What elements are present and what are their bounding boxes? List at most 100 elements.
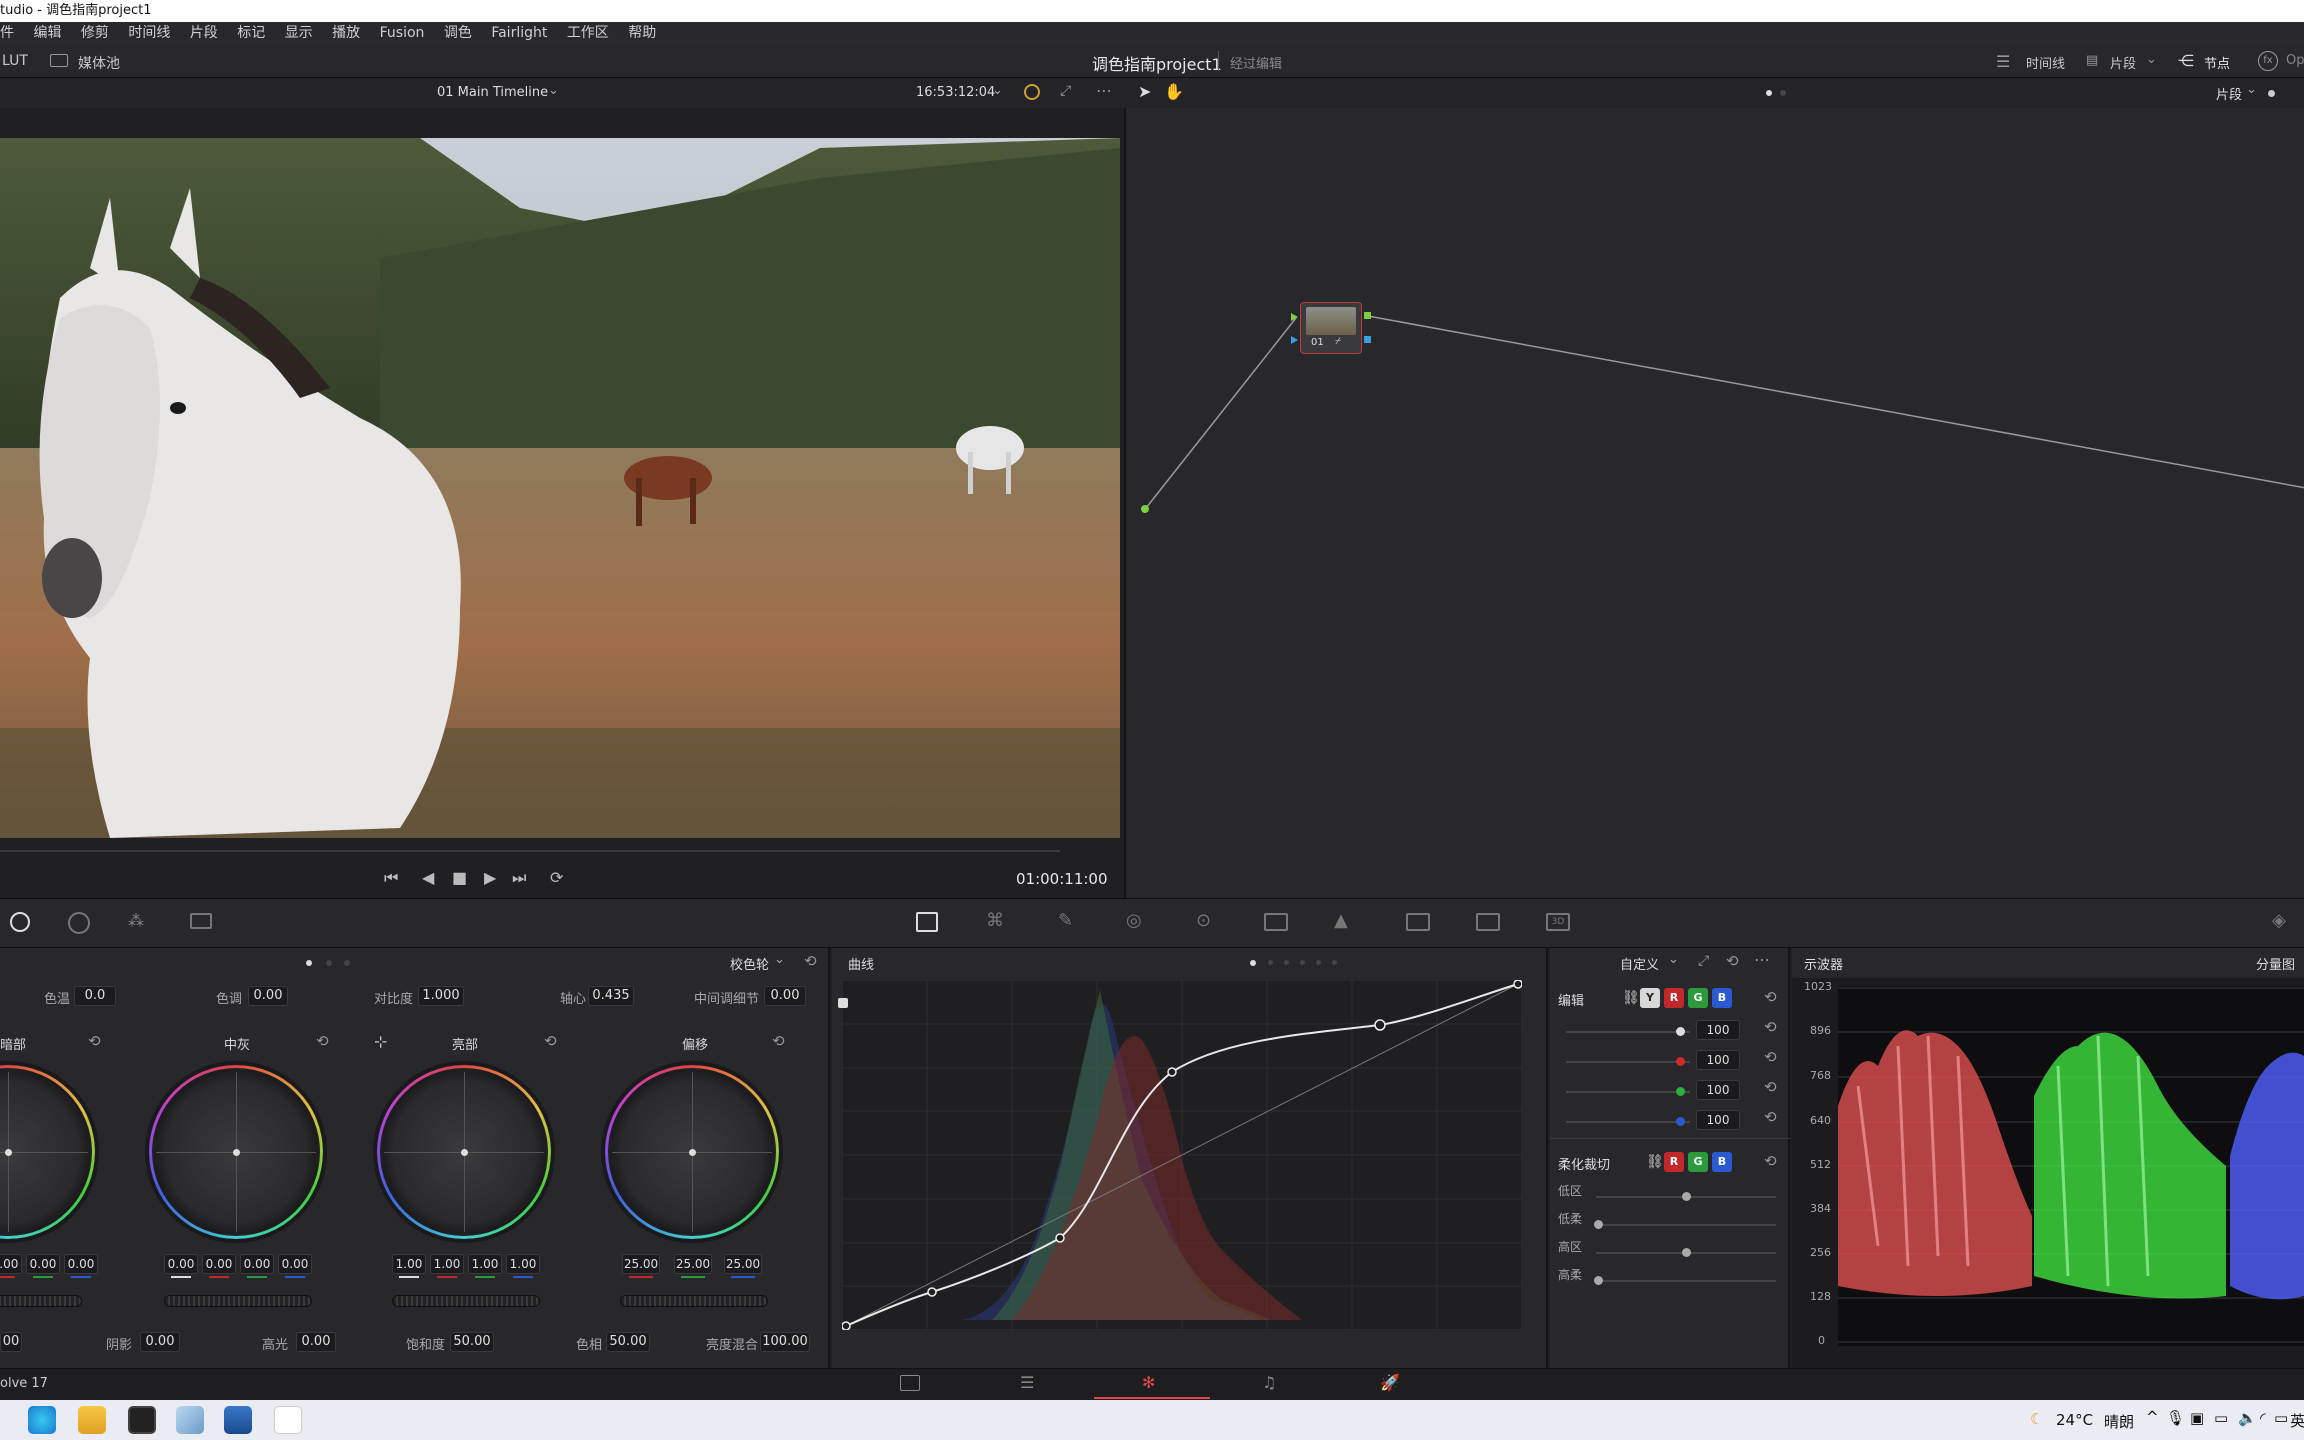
file-explorer-icon[interactable]	[78, 1406, 106, 1434]
tray-chevron-icon[interactable]: ^	[2146, 1408, 2159, 1426]
gain-reset-icon[interactable]: ⟲	[544, 1032, 557, 1050]
more-icon[interactable]: ⋯	[1754, 950, 1770, 969]
color-boost-field[interactable]: 00	[0, 1332, 22, 1352]
gamma-r-field[interactable]: 0.00	[202, 1254, 236, 1278]
lift-r-field[interactable]: 0.00	[0, 1254, 22, 1278]
lift-reset-icon[interactable]: ⟲	[88, 1032, 101, 1050]
corrector-node[interactable]: 01 ⌿	[1300, 302, 1362, 354]
wheel-puck[interactable]	[5, 1149, 12, 1156]
curves-palette-icon[interactable]	[916, 912, 938, 932]
menu-playback[interactable]: 播放	[332, 22, 360, 44]
more-icon[interactable]: ⋯	[1096, 81, 1112, 100]
app-icon[interactable]	[274, 1406, 302, 1434]
b-intensity-field[interactable]: 100	[1696, 1110, 1740, 1130]
menu-workspace[interactable]: 工作区	[567, 22, 609, 44]
channel-r-button[interactable]: R	[1664, 988, 1684, 1008]
curve-mode-selector[interactable]: 自定义	[1620, 954, 1659, 973]
lift-b-field[interactable]: 0.00	[64, 1254, 98, 1278]
go-to-start-icon[interactable]: ⏮	[384, 868, 398, 888]
wheel-puck[interactable]	[689, 1149, 696, 1156]
slider-knob[interactable]	[1676, 1117, 1685, 1126]
pivot-field[interactable]: 0.435	[588, 986, 634, 1006]
blur-icon[interactable]: ▲	[1334, 910, 1348, 931]
gamma-y-field[interactable]: 0.00	[164, 1254, 198, 1278]
clips-button[interactable]: 片段	[2110, 53, 2136, 72]
keyframes-icon[interactable]: ◈	[2272, 910, 2286, 931]
reset-icon[interactable]: ⟲	[804, 952, 817, 970]
deliver-page-icon[interactable]: 🚀	[1380, 1373, 1400, 1392]
reset-icon[interactable]: ⟲	[1764, 1078, 1777, 1096]
slider-knob[interactable]	[1676, 1087, 1685, 1096]
reset-icon[interactable]: ⟲	[1764, 1108, 1777, 1126]
scrubber-track[interactable]	[0, 850, 1060, 852]
play-icon[interactable]: ▶	[484, 868, 496, 887]
bypass-icon[interactable]	[1024, 84, 1040, 100]
md-field[interactable]: 0.00	[764, 986, 806, 1006]
rgb-mixer-icon[interactable]: ⁂	[128, 911, 144, 930]
picker-icon[interactable]: ⊹	[374, 1032, 387, 1051]
gamma-b-field[interactable]: 0.00	[278, 1254, 312, 1278]
fairlight-page-icon[interactable]: ♫	[1262, 1373, 1276, 1392]
gain-wheel[interactable]	[377, 1065, 551, 1239]
app-icon[interactable]	[224, 1406, 252, 1434]
offset-wheel[interactable]	[605, 1065, 779, 1239]
timeline-button[interactable]: 时间线	[2026, 53, 2065, 72]
network-icon[interactable]: ▭	[2274, 1409, 2288, 1427]
channel-b-button[interactable]: B	[1712, 988, 1732, 1008]
fullscreen-icon[interactable]: ⤢	[1060, 83, 1071, 99]
y-intensity-slider[interactable]	[1566, 1031, 1690, 1033]
magic-mask-icon[interactable]	[1264, 913, 1288, 931]
menu-mark[interactable]: 标记	[237, 22, 265, 44]
menu-color[interactable]: 调色	[444, 22, 472, 44]
menu-trim[interactable]: 修剪	[81, 22, 109, 44]
low-soft-slider[interactable]	[1596, 1224, 1776, 1226]
high-soft-slider[interactable]	[1596, 1280, 1776, 1282]
menu-timeline[interactable]: 时间线	[128, 22, 170, 44]
offset-master-wheel[interactable]	[620, 1295, 768, 1307]
curve-graph[interactable]	[842, 980, 1522, 1330]
soft-r-button[interactable]: R	[1664, 1152, 1684, 1172]
3d-icon[interactable]: 3D	[1546, 913, 1570, 931]
play-reverse-icon[interactable]: ◀	[422, 868, 434, 887]
expand-icon[interactable]: ⤢	[1698, 953, 1709, 969]
color-wheels-palette-icon[interactable]	[10, 912, 30, 932]
loop-icon[interactable]: ⟳	[550, 868, 563, 887]
go-to-end-icon[interactable]: ⏭	[512, 868, 526, 888]
menu-edit[interactable]: 编辑	[33, 22, 61, 44]
sizing-icon[interactable]	[1476, 913, 1500, 931]
channel-g-button[interactable]: G	[1688, 988, 1708, 1008]
offset-reset-icon[interactable]: ⟲	[772, 1032, 785, 1050]
gain-r-field[interactable]: 1.00	[430, 1254, 464, 1278]
reset-icon[interactable]: ⟲	[1764, 1152, 1777, 1170]
link-icon[interactable]: ⛓	[1622, 990, 1640, 1006]
stop-icon[interactable]: ■	[452, 868, 467, 887]
slider-knob[interactable]	[1594, 1220, 1603, 1229]
offset-g-field[interactable]: 25.00	[674, 1254, 712, 1278]
zoom-slider-knob[interactable]	[2268, 90, 2275, 97]
davinci-resolve-icon[interactable]	[128, 1406, 156, 1434]
slider-knob[interactable]	[1682, 1192, 1691, 1201]
hand-icon[interactable]: ✋	[1164, 82, 1184, 101]
lum-mix-field[interactable]: 100.00	[760, 1332, 810, 1352]
primaries-mode-selector[interactable]: 校色轮	[730, 954, 769, 973]
highlights-field[interactable]: 0.00	[296, 1332, 336, 1352]
lift-master-wheel[interactable]	[0, 1295, 82, 1307]
op-button[interactable]: Op	[2286, 53, 2304, 68]
lift-wheel[interactable]	[0, 1065, 95, 1239]
temp-field[interactable]: 0.0	[74, 986, 116, 1006]
channel-y-button[interactable]: Y	[1640, 988, 1660, 1008]
gain-master-wheel[interactable]	[392, 1295, 540, 1307]
color-warper-icon[interactable]: ⌘	[986, 910, 1004, 931]
curve-handle-icon[interactable]	[838, 998, 848, 1008]
gamma-wheel[interactable]	[149, 1065, 323, 1239]
wifi-icon[interactable]: ◜	[2260, 1409, 2266, 1427]
menu-help[interactable]: 帮助	[628, 22, 656, 44]
power-window-icon[interactable]: ◎	[1126, 910, 1142, 931]
lut-button[interactable]: LUT	[2, 53, 28, 69]
slider-knob[interactable]	[1594, 1276, 1603, 1285]
slider-knob[interactable]	[1676, 1057, 1685, 1066]
reset-icon[interactable]: ⟲	[1764, 1048, 1777, 1066]
hue-field[interactable]: 50.00	[606, 1332, 650, 1352]
offset-r-field[interactable]: 25.00	[622, 1254, 660, 1278]
media-pool-button[interactable]: 媒体池	[78, 53, 120, 73]
